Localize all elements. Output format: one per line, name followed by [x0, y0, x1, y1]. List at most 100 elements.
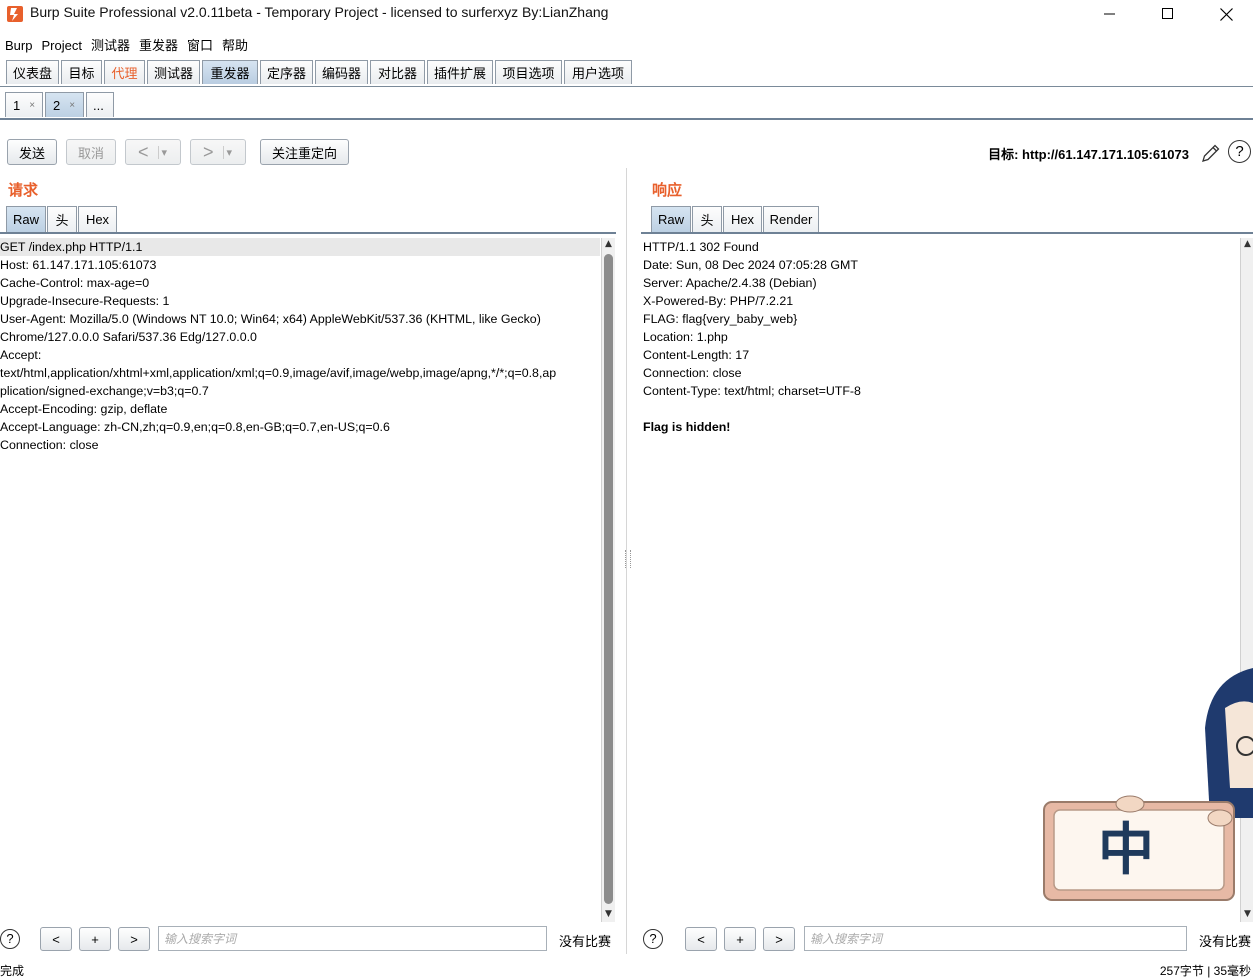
repeater-tab-label: 1 [13, 97, 21, 113]
close-tab-icon[interactable]: × [69, 100, 75, 111]
response-tab-headers[interactable]: 头 [692, 206, 722, 232]
scroll-thumb[interactable] [604, 254, 613, 904]
request-editor[interactable]: GET /index.php HTTP/1.1 Host: 61.147.171… [0, 238, 600, 922]
request-search-add-button[interactable]: + [79, 927, 111, 951]
request-tab-headers[interactable]: 头 [47, 206, 77, 232]
burp-logo-icon [7, 6, 23, 22]
request-tab-raw[interactable]: Raw [6, 206, 46, 232]
request-line: Accept-Encoding: gzip, deflate [0, 402, 168, 416]
response-line: X-Powered-By: PHP/7.2.21 [643, 294, 794, 308]
response-line: FLAG: flag{very_baby_web} [643, 312, 798, 326]
response-line: Location: 1.php [643, 330, 728, 344]
maximize-icon [1162, 8, 1173, 19]
response-search-input[interactable]: 输入搜索字词 [804, 926, 1187, 951]
forward-arrow-icon: > [203, 141, 214, 162]
follow-redirect-button[interactable]: 关注重定向 [260, 139, 349, 165]
request-search-prev-button[interactable]: < [40, 927, 72, 951]
menu-help[interactable]: 帮助 [217, 32, 252, 54]
tab-intruder[interactable]: 测试器 [147, 60, 200, 84]
edit-target-icon[interactable] [1200, 142, 1222, 164]
minimize-icon [1104, 13, 1115, 15]
tab-comparer[interactable]: 对比器 [370, 60, 425, 84]
close-icon [1219, 7, 1233, 21]
response-search-next-button[interactable]: > [763, 927, 795, 951]
tab-project-options[interactable]: 项目选项 [495, 60, 562, 84]
response-line: Date: Sun, 08 Dec 2024 07:05:28 GMT [643, 258, 858, 272]
tab-sequencer[interactable]: 定序器 [260, 60, 313, 84]
repeater-tab-label: 2 [53, 97, 61, 113]
menu-intruder[interactable]: 测试器 [86, 32, 134, 54]
response-tab-hex[interactable]: Hex [723, 206, 762, 232]
request-line: plication/signed-exchange;v=b3;q=0.7 [0, 384, 209, 398]
request-search-input[interactable]: 输入搜索字词 [158, 926, 547, 951]
tab-user-options[interactable]: 用户选项 [564, 60, 632, 84]
response-line: Content-Length: 17 [643, 348, 750, 362]
request-line: Chrome/127.0.0.0 Safari/537.36 Edg/127.0… [0, 330, 257, 344]
request-line: Host: 61.147.171.105:61073 [0, 258, 157, 272]
scroll-up-icon[interactable]: ▲ [603, 239, 614, 251]
maximize-button[interactable] [1138, 0, 1198, 28]
tab-decoder[interactable]: 编码器 [315, 60, 368, 84]
request-line: text/html,application/xhtml+xml,applicat… [0, 366, 557, 380]
request-tab-hex[interactable]: Hex [78, 206, 117, 232]
close-tab-icon[interactable]: × [29, 100, 35, 111]
response-search-add-button[interactable]: + [724, 927, 756, 951]
request-line: Accept-Language: zh-CN,zh;q=0.9,en;q=0.8… [0, 420, 390, 434]
response-tab-underline [641, 232, 1253, 234]
splitter-grip-icon[interactable] [625, 550, 631, 568]
request-tab-underline [0, 232, 616, 234]
response-line: Server: Apache/2.4.38 (Debian) [643, 276, 817, 290]
minimize-button[interactable] [1080, 0, 1140, 28]
send-button[interactable]: 发送 [7, 139, 57, 165]
repeater-tab-2[interactable]: 2 × [45, 92, 84, 117]
forward-dropdown-icon: ▾ [222, 145, 232, 159]
tab-target[interactable]: 目标 [61, 60, 102, 84]
request-search-help-icon[interactable]: ? [0, 929, 20, 949]
response-search-prev-button[interactable]: < [685, 927, 717, 951]
tab-extender[interactable]: 插件扩展 [427, 60, 493, 84]
tab-proxy[interactable]: 代理 [104, 60, 145, 84]
target-label: 目标: http://61.147.171.105:61073 [988, 147, 1189, 162]
response-match-count: 没有比赛 [1199, 934, 1252, 949]
request-match-count: 没有比赛 [559, 934, 612, 949]
response-tab-render[interactable]: Render [763, 206, 819, 232]
response-size-time: 257字节 | 35毫秒 [1159, 964, 1251, 978]
response-line [643, 400, 1239, 418]
menu-bar: Burp Project 测试器 重发器 窗口 帮助 [0, 32, 1253, 54]
close-window-button[interactable] [1196, 0, 1253, 28]
response-line: Connection: close [643, 366, 742, 380]
scroll-down-icon[interactable]: ▼ [603, 909, 614, 921]
request-search-next-button[interactable]: > [118, 927, 150, 951]
title-bar: Burp Suite Professional v2.0.11beta - Te… [0, 0, 1253, 28]
request-line: GET /index.php HTTP/1.1 [0, 238, 600, 256]
scroll-down-icon[interactable]: ▼ [1242, 909, 1253, 921]
scroll-up-icon[interactable]: ▲ [1242, 239, 1253, 251]
help-icon[interactable]: ? [1228, 140, 1251, 163]
ime-mode-label: 中 [1098, 818, 1154, 883]
forward-button[interactable]: > ▾ [190, 139, 246, 165]
tab-dashboard[interactable]: 仪表盘 [6, 60, 59, 84]
menu-burp[interactable]: Burp [0, 35, 36, 53]
ime-mascot-widget[interactable]: 中 [1040, 668, 1253, 908]
tab-repeater[interactable]: 重发器 [202, 60, 258, 84]
repeater-tab-strip: 1 × 2 × ... [0, 90, 1253, 120]
back-arrow-icon: < [138, 141, 149, 162]
menu-project[interactable]: Project [36, 35, 85, 53]
menu-window[interactable]: 窗口 [182, 32, 217, 54]
request-title: 请求 [8, 182, 39, 199]
response-body-text: Flag is hidden! [643, 420, 731, 434]
request-scrollbar[interactable]: ▲ ▼ [601, 238, 615, 922]
response-search-help-icon[interactable]: ? [643, 929, 663, 949]
response-line: Content-Type: text/html; charset=UTF-8 [643, 384, 861, 398]
back-dropdown-icon: ▾ [157, 145, 167, 159]
menu-repeater[interactable]: 重发器 [134, 32, 182, 54]
back-button[interactable]: < ▾ [125, 139, 181, 165]
request-line: User-Agent: Mozilla/5.0 (Windows NT 10.0… [0, 312, 541, 326]
response-line: HTTP/1.1 302 Found [643, 240, 759, 254]
main-tab-strip: 仪表盘 目标 代理 测试器 重发器 定序器 编码器 对比器 插件扩展 项目选项 … [0, 58, 1253, 87]
response-tab-raw[interactable]: Raw [651, 206, 691, 232]
window-title: Burp Suite Professional v2.0.11beta - Te… [30, 4, 609, 20]
cancel-button[interactable]: 取消 [66, 139, 116, 165]
repeater-tab-new[interactable]: ... [86, 92, 114, 117]
repeater-tab-1[interactable]: 1 × [5, 92, 43, 117]
